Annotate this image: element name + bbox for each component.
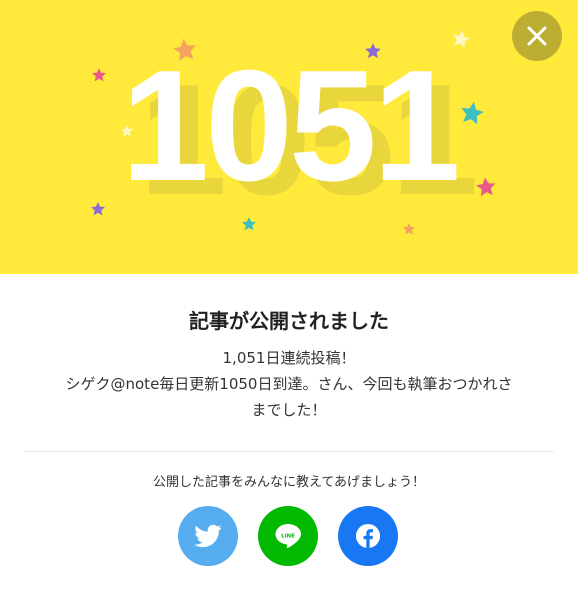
- close-icon: [527, 26, 547, 46]
- star-icon: [402, 222, 416, 236]
- congratulation-message: 1,051日連続投稿！ シゲク@note毎日更新1050日到達。さん、今回も執筆…: [24, 345, 554, 423]
- celebration-banner: 1051: [0, 0, 578, 274]
- share-prompt: 公開した記事をみんなに教えてあげましょう！: [153, 475, 425, 490]
- star-icon: [241, 216, 257, 232]
- line-label: LINE: [281, 533, 295, 539]
- facebook-share-button[interactable]: [338, 506, 398, 566]
- line-share-button[interactable]: LINE: [258, 506, 318, 566]
- twitter-bird-icon: [194, 524, 222, 548]
- modal-title: 記事が公開されました: [189, 309, 389, 333]
- streak-count: 1051: [121, 38, 461, 214]
- facebook-icon: [356, 524, 380, 548]
- message-line: 1,051日連続投稿！: [222, 349, 356, 367]
- message-line: シゲク@note毎日更新1050日到達。さん、今回も執筆おつかれさ: [65, 375, 513, 393]
- line-icon: LINE: [275, 524, 301, 549]
- message-line: までした！: [251, 401, 327, 419]
- divider: [24, 451, 554, 452]
- twitter-share-button[interactable]: [178, 506, 238, 566]
- close-button[interactable]: [512, 11, 562, 61]
- share-buttons: LINE: [0, 506, 578, 566]
